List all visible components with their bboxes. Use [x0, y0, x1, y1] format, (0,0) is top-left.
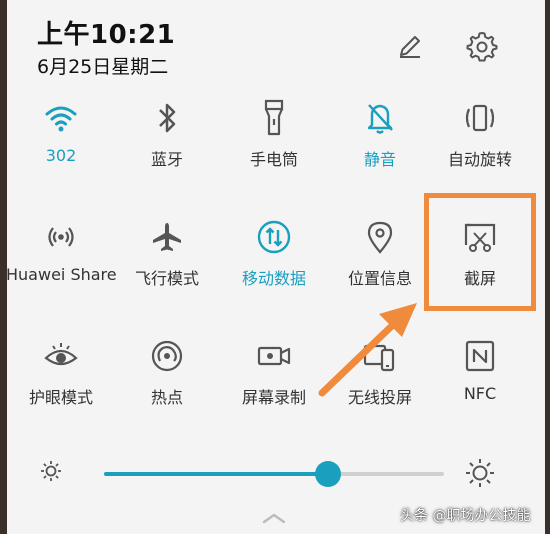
collapse-handle[interactable]: [256, 510, 292, 529]
brightness-slider-fill: [104, 472, 329, 476]
brightness-high-icon: [465, 458, 495, 492]
watermark-text: 头条 @职场办公技能: [400, 508, 531, 524]
brightness-slider[interactable]: [104, 461, 444, 487]
chevron-up-icon: [262, 513, 286, 524]
brightness-low-icon: [40, 460, 62, 486]
pointer-arrow: [318, 303, 417, 397]
